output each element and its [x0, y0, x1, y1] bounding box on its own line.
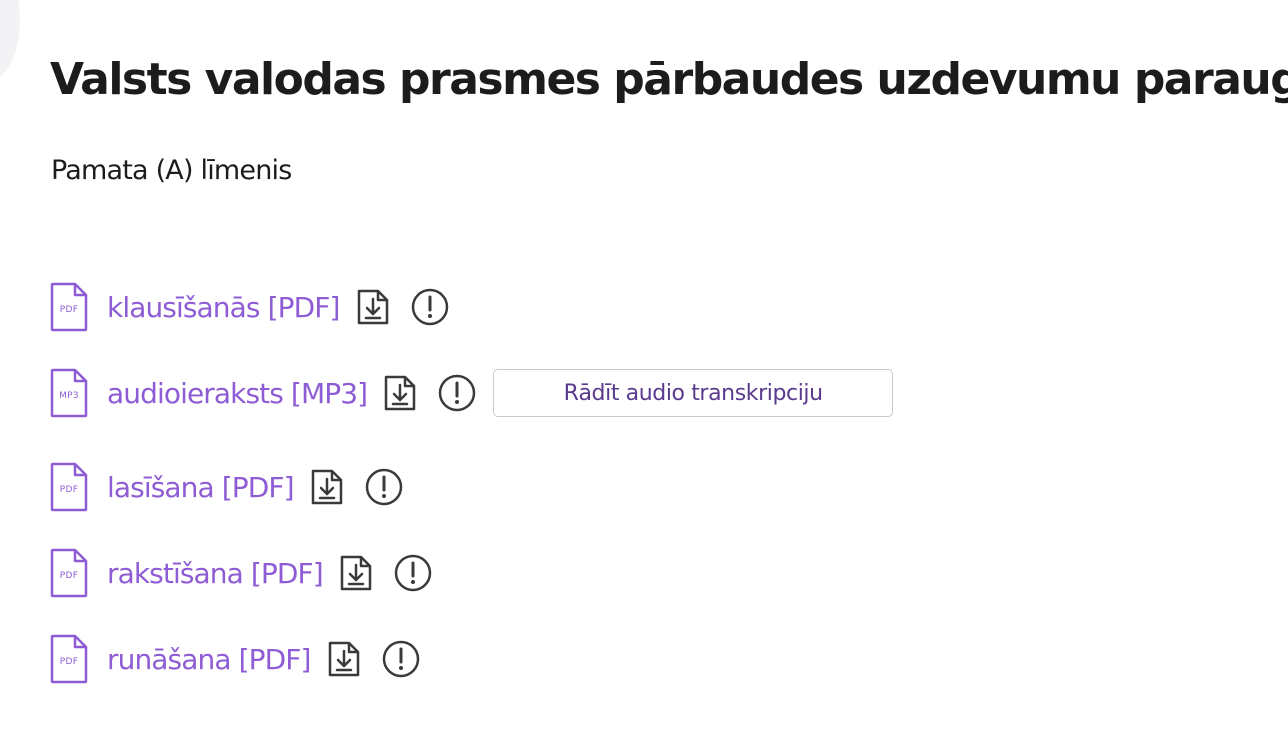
list-item: PDF runāšana [PDF]	[50, 634, 421, 684]
file-ext-label: PDF	[59, 571, 79, 581]
download-icon[interactable]	[310, 468, 344, 506]
info-icon[interactable]	[381, 639, 421, 679]
page-title: Valsts valodas prasmes pārbaudes uzdevum…	[50, 54, 1288, 105]
pdf-file-icon: PDF	[50, 282, 88, 332]
list-item: PDF lasīšana [PDF]	[50, 462, 404, 512]
file-link-lasisana[interactable]: lasīšana [PDF]	[107, 471, 295, 504]
file-link-klausisanas[interactable]: klausīšanās [PDF]	[107, 291, 340, 324]
pdf-file-icon: PDF	[50, 548, 88, 598]
page: Valsts valodas prasmes pārbaudes uzdevum…	[0, 0, 1288, 754]
pdf-file-icon: PDF	[50, 462, 88, 512]
download-icon[interactable]	[356, 288, 390, 326]
list-item: PDF rakstīšana [PDF]	[50, 548, 433, 598]
file-ext-label: PDF	[59, 305, 79, 315]
corner-shade	[0, 0, 20, 80]
list-item: PDF klausīšanās [PDF]	[50, 282, 450, 332]
info-icon[interactable]	[437, 373, 477, 413]
info-icon[interactable]	[364, 467, 404, 507]
pdf-file-icon: PDF	[50, 634, 88, 684]
file-link-audioieraksts[interactable]: audioieraksts [MP3]	[107, 377, 368, 410]
file-link-rakstisana[interactable]: rakstīšana [PDF]	[107, 557, 324, 590]
level-subtitle: Pamata (A) līmenis	[51, 155, 292, 186]
info-icon[interactable]	[393, 553, 433, 593]
info-icon[interactable]	[410, 287, 450, 327]
download-icon[interactable]	[339, 554, 373, 592]
mp3-file-icon: MP3	[50, 368, 88, 418]
file-ext-label: PDF	[59, 485, 79, 495]
list-item: MP3 audioieraksts [MP3] Rādīt audio tran…	[50, 368, 894, 418]
download-icon[interactable]	[327, 640, 361, 678]
show-transcript-button[interactable]: Rādīt audio transkripciju	[493, 369, 894, 417]
file-ext-label: MP3	[59, 391, 79, 401]
download-icon[interactable]	[383, 374, 417, 412]
file-ext-label: PDF	[59, 657, 79, 667]
file-link-runasana[interactable]: runāšana [PDF]	[107, 643, 311, 676]
